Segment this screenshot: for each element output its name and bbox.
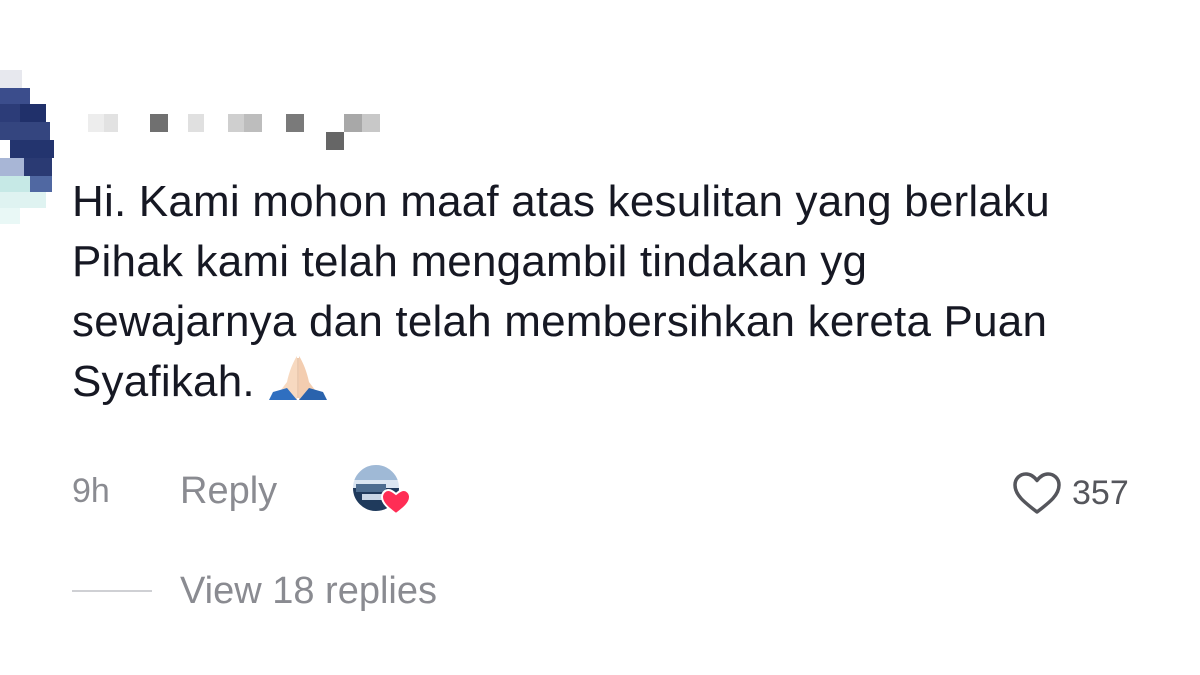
- heart-outline-icon: [1013, 472, 1061, 514]
- commenter-avatar[interactable]: [0, 70, 62, 240]
- timestamp: 9h: [72, 472, 110, 510]
- comment-meta: 9h Reply 357: [72, 462, 1200, 522]
- comment-item: Hi. Kami mohon maaf atas kesulitan yang …: [0, 0, 1200, 675]
- view-replies-button[interactable]: View 18 replies: [72, 566, 437, 616]
- creator-avatar-heart-icon: [351, 463, 412, 516]
- comment-text: Hi. Kami mohon maaf atas kesulitan yang …: [72, 172, 1200, 412]
- comment-line: Pihak kami telah mengambil tindakan yg: [72, 237, 868, 286]
- comment-line: Hi. Kami mohon maaf atas kesulitan yang …: [72, 177, 1050, 226]
- like-count: 357: [1072, 473, 1129, 512]
- reply-button[interactable]: Reply: [180, 470, 277, 513]
- like-button[interactable]: 357: [1012, 468, 1129, 518]
- censored-username[interactable]: [88, 110, 388, 154]
- comment-line: Syafikah.: [72, 357, 255, 406]
- folded-hands-icon: [268, 356, 327, 400]
- view-replies-label: View 18 replies: [180, 569, 438, 612]
- comment-line: sewajarnya dan telah membersihkan kereta…: [72, 297, 1048, 346]
- replies-divider: [72, 590, 152, 592]
